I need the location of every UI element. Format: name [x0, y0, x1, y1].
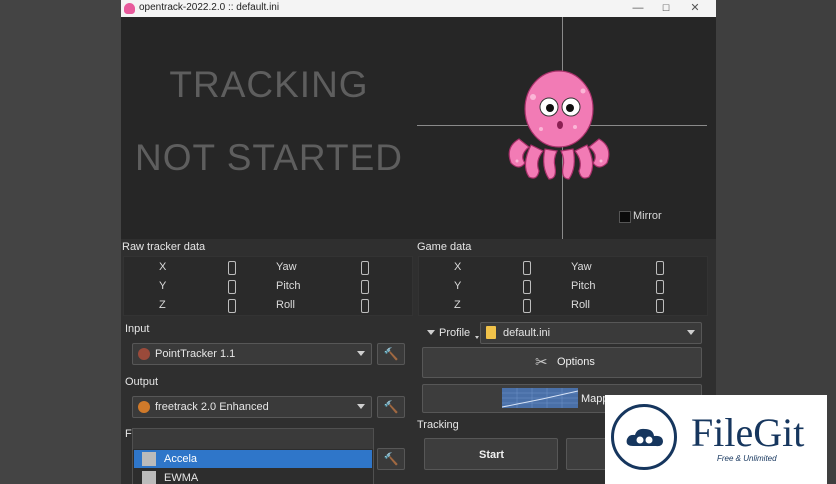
- start-button-label: Start: [479, 449, 505, 461]
- document-icon: [486, 326, 496, 339]
- raw-pitch-value: [361, 280, 369, 294]
- status-line-2: NOT STARTED: [135, 137, 403, 178]
- output-settings-button[interactable]: 🔨: [377, 396, 405, 418]
- filegit-watermark: FileGit Free & Unlimited: [605, 395, 827, 484]
- game-data-label: Game data: [417, 241, 472, 253]
- game-yaw-value: [656, 261, 664, 275]
- game-z-value: [523, 299, 531, 313]
- wrench-icon: 🔨: [383, 452, 399, 466]
- filter-option-ewma[interactable]: EWMA: [134, 469, 372, 484]
- close-button[interactable]: ✕: [683, 1, 707, 16]
- profile-label: Profile: [439, 327, 471, 339]
- filter-option-label: EWMA: [164, 472, 199, 484]
- game-roll-label: Roll: [571, 299, 590, 311]
- filter-settings-button[interactable]: 🔨: [377, 448, 405, 470]
- chevron-down-icon: [687, 330, 695, 335]
- watermark-tagline: Free & Unlimited: [717, 454, 777, 463]
- output-protocol-value: freetrack 2.0 Enhanced: [155, 401, 269, 413]
- window-title: opentrack-2022.2.0 :: default.ini: [139, 2, 280, 13]
- raw-z-value: [228, 299, 236, 313]
- input-tracker-value: PointTracker 1.1: [155, 348, 236, 360]
- mirror-label: Mirror: [633, 210, 662, 222]
- tracking-status-panel: TRACKING NOT STARTED: [121, 17, 417, 239]
- output-protocol-select[interactable]: freetrack 2.0 Enhanced: [132, 396, 372, 418]
- octopus-app-icon: [124, 3, 135, 14]
- filter-option-label: Accela: [164, 453, 198, 465]
- profile-value: default.ini: [503, 327, 551, 339]
- filter-dropdown-list: Accela EWMA: [132, 428, 374, 484]
- chevron-down-icon: [357, 351, 365, 356]
- raw-y-label: Y: [159, 280, 167, 292]
- status-line-1: TRACKING: [169, 64, 369, 105]
- game-yaw-label: Yaw: [571, 261, 592, 273]
- game-data-grid: X Y Z Yaw Pitch Roll: [418, 256, 708, 316]
- filter-icon: [142, 452, 156, 466]
- input-tracker-select[interactable]: PointTracker 1.1: [132, 343, 372, 365]
- filter-option-accela[interactable]: Accela: [134, 450, 372, 468]
- profile-menu-button[interactable]: Profile: [425, 325, 481, 343]
- watermark-brand: FileGit: [691, 410, 805, 455]
- curve-graph-icon: [502, 388, 578, 408]
- wrench-icon: 🔨: [383, 347, 399, 361]
- game-x-label: X: [454, 261, 462, 273]
- raw-roll-value: [361, 299, 369, 313]
- profile-select[interactable]: default.ini: [480, 322, 702, 344]
- game-z-label: Z: [454, 299, 461, 311]
- game-y-label: Y: [454, 280, 462, 292]
- tools-icon: ✂: [535, 354, 548, 371]
- game-pitch-label: Pitch: [571, 280, 596, 292]
- raw-yaw-label: Yaw: [276, 261, 297, 273]
- tracker-icon: [138, 348, 150, 360]
- options-button-label: Options: [557, 356, 595, 368]
- raw-x-label: X: [159, 261, 167, 273]
- triangle-down-icon: [427, 330, 435, 335]
- title-bar: opentrack-2022.2.0 :: default.ini — ☐ ✕: [121, 0, 716, 17]
- raw-yaw-value: [361, 261, 369, 275]
- minimize-button[interactable]: —: [626, 1, 650, 16]
- game-roll-value: [656, 299, 664, 313]
- pose-preview: Mirror: [417, 17, 716, 239]
- filter-icon: [142, 471, 156, 484]
- input-label: Input: [125, 323, 150, 335]
- raw-roll-label: Roll: [276, 299, 295, 311]
- raw-x-value: [228, 261, 236, 275]
- output-label: Output: [125, 376, 159, 388]
- raw-pitch-label: Pitch: [276, 280, 301, 292]
- small-chevron-icon: [475, 336, 479, 339]
- tracking-label: Tracking: [417, 419, 459, 431]
- raw-z-label: Z: [159, 299, 166, 311]
- game-x-value: [523, 261, 531, 275]
- raw-tracker-data-grid: X Y Z Yaw Pitch Roll: [123, 256, 413, 316]
- input-settings-button[interactable]: 🔨: [377, 343, 405, 365]
- freetrack-icon: [138, 401, 150, 413]
- raw-tracker-data-label: Raw tracker data: [122, 241, 206, 253]
- octopus-icon: [508, 70, 610, 180]
- raw-y-value: [228, 280, 236, 294]
- start-button[interactable]: Start: [424, 438, 558, 470]
- desktop-background-left: [0, 0, 121, 484]
- options-button[interactable]: ✂ Options: [422, 347, 702, 378]
- chevron-down-icon: [357, 404, 365, 409]
- game-y-value: [523, 280, 531, 294]
- wrench-icon: 🔨: [383, 400, 399, 414]
- maximize-button[interactable]: ☐: [654, 1, 678, 16]
- cloud-icon: [626, 428, 663, 447]
- game-pitch-value: [656, 280, 664, 294]
- mirror-checkbox[interactable]: [619, 211, 631, 223]
